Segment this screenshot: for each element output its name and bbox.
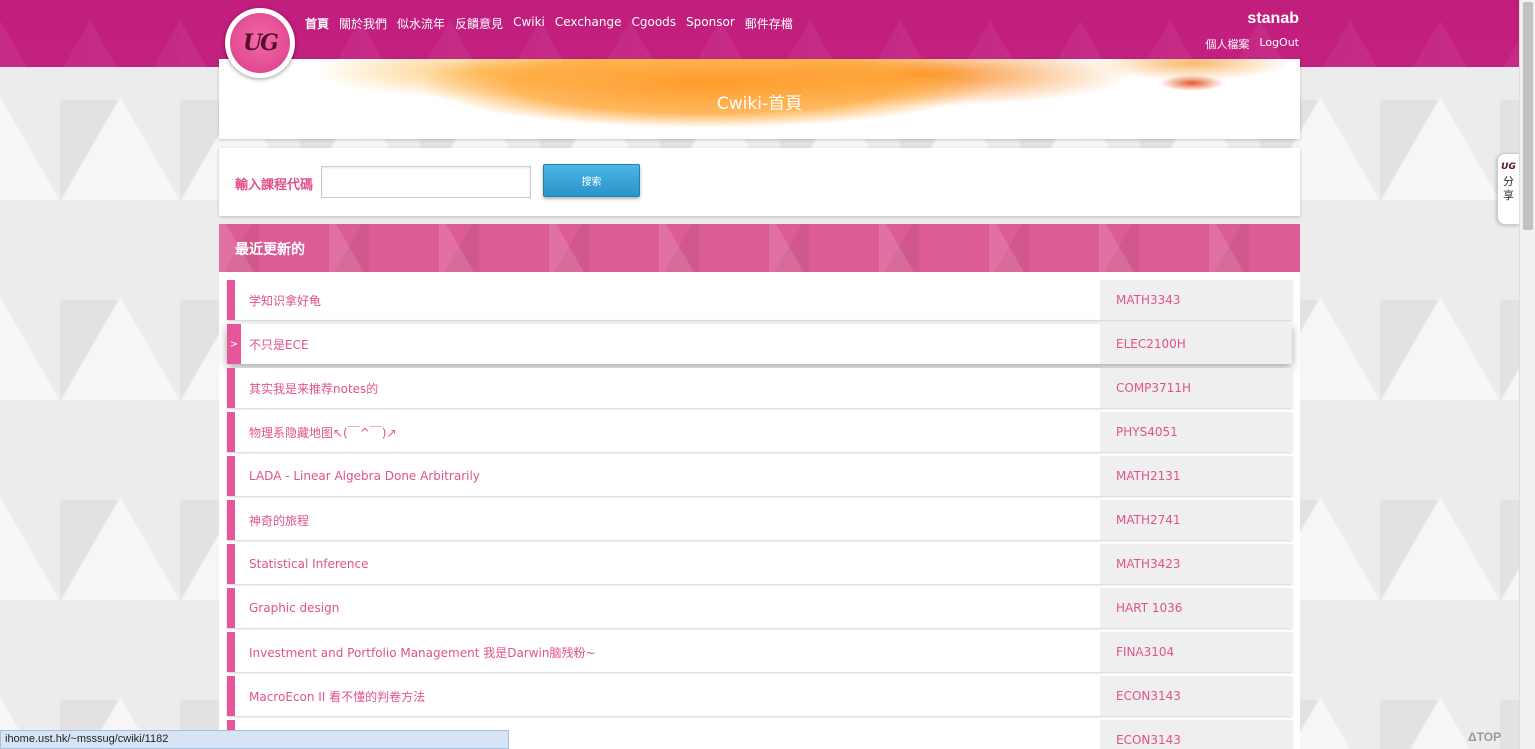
nav-item-cwiki[interactable]: Cwiki	[513, 15, 545, 32]
item-course-code: FINA3104	[1100, 632, 1292, 672]
user-links: 個人檔案 LogOut	[1205, 36, 1299, 52]
item-course-code: ECON3143	[1100, 676, 1292, 716]
item-title: 学知识拿好龟	[249, 293, 322, 308]
vertical-scrollbar[interactable]	[1519, 0, 1535, 749]
item-title: 不只是ECE	[249, 337, 309, 352]
nav-item-mail-archive[interactable]: 郵件存檔	[745, 15, 793, 32]
course-search-panel: 輸入課程代碼 搜索	[219, 148, 1300, 216]
item-title: Statistical Inference	[249, 557, 369, 571]
list-item[interactable]: 物理系隐藏地图↖(￣^￣)↗ PHYS4051	[227, 412, 1292, 452]
logout-link[interactable]: LogOut	[1259, 36, 1299, 52]
recent-header: 最近更新的	[219, 224, 1300, 272]
course-code-label: 輸入課程代碼	[235, 178, 314, 193]
course-code-input[interactable]	[321, 166, 531, 198]
logo-text: UG	[243, 30, 279, 56]
list-item[interactable]: 神奇的旅程 MATH2741	[227, 500, 1292, 540]
recent-title: 最近更新的	[235, 242, 305, 258]
username[interactable]: stanab	[1205, 10, 1299, 28]
hover-arrow-icon: >	[227, 324, 241, 364]
user-panel: stanab 個人檔案 LogOut	[1205, 10, 1299, 52]
page-banner: Cwiki-首頁	[219, 59, 1300, 139]
logo-badge: UG	[230, 13, 290, 73]
list-item[interactable]: LADA - Linear Algebra Done Arbitrarily M…	[227, 456, 1292, 496]
status-bar-url: ihome.ust.hk/~msssug/cwiki/1182	[0, 730, 509, 749]
nav-item-cgoods[interactable]: Cgoods	[631, 15, 676, 32]
list-item[interactable]: 学知识拿好龟 MATH3343	[227, 280, 1292, 320]
share-label: 分享	[1503, 175, 1514, 202]
share-logo-icon: UG	[1501, 162, 1516, 172]
page-title: Cwiki-首頁	[716, 94, 803, 114]
item-title: Investment and Portfolio Management 我是Da…	[249, 645, 596, 660]
nav-item-sponsor[interactable]: Sponsor	[686, 15, 735, 32]
search-button[interactable]: 搜索	[543, 164, 640, 197]
list-item[interactable]: MacroEcon II 看不懂的判卷方法 ECON3143	[227, 676, 1292, 716]
item-course-code: ELEC2100H	[1100, 324, 1292, 364]
list-item[interactable]: > 不只是ECE ELEC2100H	[227, 324, 1292, 364]
item-course-code: ECON3143	[1100, 720, 1292, 749]
nav-item-cexchange[interactable]: Cexchange	[555, 15, 622, 32]
nav-item-about[interactable]: 關於我們	[339, 15, 387, 32]
item-title: 神奇的旅程	[249, 513, 310, 528]
list-item[interactable]: 其实我是来推荐notes的 COMP3711H	[227, 368, 1292, 408]
item-course-code: MATH2131	[1100, 456, 1292, 496]
share-tab[interactable]: UG 分享	[1497, 153, 1519, 225]
scrollbar-thumb[interactable]	[1523, 2, 1533, 230]
profile-link[interactable]: 個人檔案	[1205, 36, 1249, 52]
nav-item-feedback[interactable]: 反饋意見	[455, 15, 503, 32]
list-item[interactable]: Graphic design HART 1036	[227, 588, 1292, 628]
main-nav: 首頁 關於我們 似水流年 反饋意見 Cwiki Cexchange Cgoods…	[305, 15, 793, 32]
item-title: MacroEcon II 看不懂的判卷方法	[249, 689, 426, 704]
nav-item-history[interactable]: 似水流年	[397, 15, 445, 32]
item-course-code: MATH2741	[1100, 500, 1292, 540]
item-course-code: MATH3343	[1100, 280, 1292, 320]
item-course-code: HART 1036	[1100, 588, 1292, 628]
recent-list: 学知识拿好龟 MATH3343 > 不只是ECE ELEC2100H 其实我是来…	[219, 272, 1300, 749]
back-to-top-button[interactable]: ΔTOP	[1468, 730, 1501, 744]
item-title: 其实我是来推荐notes的	[249, 381, 379, 396]
list-item[interactable]: Investment and Portfolio Management 我是Da…	[227, 632, 1292, 672]
item-title: LADA - Linear Algebra Done Arbitrarily	[249, 469, 480, 483]
item-course-code: MATH3423	[1100, 544, 1292, 584]
nav-item-home[interactable]: 首頁	[305, 15, 329, 32]
list-item[interactable]: Statistical Inference MATH3423	[227, 544, 1292, 584]
item-course-code: PHYS4051	[1100, 412, 1292, 452]
site-logo[interactable]: UG	[225, 8, 295, 78]
item-title: 物理系隐藏地图↖(￣^￣)↗	[249, 425, 397, 440]
recently-updated-panel: 最近更新的 学知识拿好龟 MATH3343 > 不只是ECE ELEC2100H…	[219, 224, 1300, 749]
item-course-code: COMP3711H	[1100, 368, 1292, 408]
item-title: Graphic design	[249, 601, 340, 615]
